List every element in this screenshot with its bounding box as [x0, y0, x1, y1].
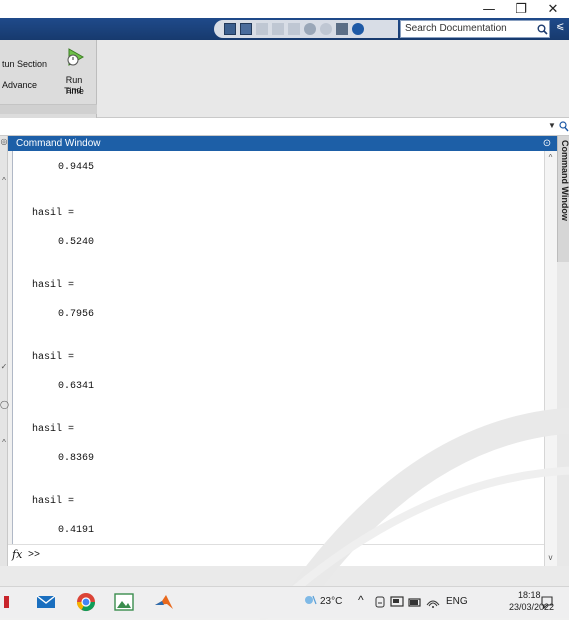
output-value: 0.6341 [58, 381, 95, 392]
paste-icon[interactable] [288, 23, 300, 35]
scroll-down-icon[interactable]: v [544, 552, 557, 564]
command-window-dock-label: Command Window [560, 140, 569, 221]
run-section-button[interactable]: tun Section [2, 59, 47, 69]
run-and-time-label-2[interactable]: Time [57, 86, 91, 96]
output-value: 0.7956 [58, 309, 95, 320]
output-label: hasil = [32, 496, 75, 507]
command-window-title: Command Window [8, 136, 557, 151]
pen-tray-icon[interactable] [374, 596, 386, 611]
dock-chevron-icon-2[interactable]: ^ [0, 438, 8, 447]
dock-circle-icon: ◯ [0, 400, 9, 409]
matlab-icon[interactable] [152, 590, 176, 614]
left-dock-strip [0, 136, 8, 566]
minimize-button[interactable]: — [474, 0, 504, 18]
command-window-actions-icon[interactable]: ⊙ [540, 136, 554, 151]
copy-icon[interactable] [272, 23, 284, 35]
run-and-time-icon[interactable] [64, 46, 86, 68]
function-browser-icon[interactable]: fx [12, 548, 22, 561]
language-indicator[interactable]: ENG [446, 596, 468, 607]
command-window-output[interactable] [12, 151, 544, 544]
command-prompt-line[interactable] [8, 544, 544, 566]
save-icon[interactable] [240, 23, 252, 35]
output-value: 0.5240 [58, 237, 95, 248]
search-input[interactable]: Search Documentation [400, 20, 550, 38]
output-label: hasil = [32, 424, 75, 435]
photo-viewer-icon[interactable] [112, 590, 136, 614]
close-button[interactable]: ✕ [538, 0, 568, 18]
search-icon[interactable] [534, 20, 550, 38]
help-icon[interactable] [352, 23, 364, 35]
dock-collapse-icon[interactable]: ◎ [0, 137, 8, 146]
wifi-icon[interactable] [426, 596, 440, 611]
start-icon[interactable] [0, 590, 14, 614]
mail-icon[interactable] [34, 590, 58, 614]
cut-icon[interactable] [256, 23, 268, 35]
command-window-scrollbar[interactable] [544, 151, 557, 566]
collapse-toolstrip-icon[interactable]: ⩽ [556, 21, 568, 37]
redo-icon[interactable] [320, 23, 332, 35]
output-label: hasil = [32, 208, 75, 219]
output-value: 0.4191 [58, 525, 95, 536]
dock-check-icon: ✓ [0, 362, 8, 371]
undo-icon[interactable] [304, 23, 316, 35]
display-tray-icon[interactable] [390, 596, 404, 611]
ribbon-section-footer [0, 104, 97, 114]
chrome-icon[interactable] [74, 590, 98, 614]
output-label: hasil = [32, 352, 75, 363]
output-label: hasil = [32, 280, 75, 291]
advance-button[interactable]: Advance [2, 80, 37, 90]
restore-button[interactable]: ❐ [506, 0, 536, 18]
weather-icon[interactable] [304, 594, 318, 609]
output-value: 0.8369 [58, 453, 95, 464]
switch-windows-icon[interactable] [336, 23, 348, 35]
status-bar [0, 566, 569, 586]
temperature-label[interactable]: 23°C [320, 596, 342, 607]
show-hidden-icons-icon[interactable]: ^ [358, 593, 364, 607]
command-prompt[interactable]: >> [28, 550, 40, 561]
layout-icon[interactable] [224, 23, 236, 35]
dock-chevron-icon[interactable]: ^ [0, 176, 8, 185]
scroll-up-icon[interactable]: ^ [544, 152, 557, 164]
address-bar [0, 118, 569, 136]
address-dropdown-icon[interactable]: ▼ [548, 121, 556, 130]
battery-icon[interactable] [408, 596, 422, 611]
clock-time[interactable]: 18:18 [518, 590, 541, 600]
notification-icon[interactable] [540, 595, 554, 614]
quick-access-tools [214, 20, 398, 38]
output-value: 0.9445 [58, 162, 95, 173]
